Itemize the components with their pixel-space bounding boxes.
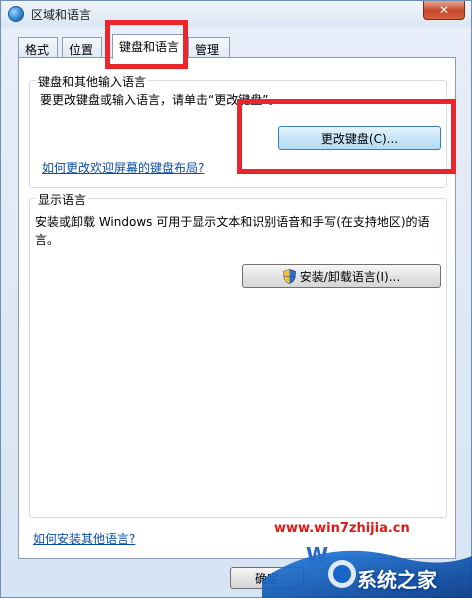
tab-panel: 键盘和其他输入语言 要更改键盘或输入语言，请单击“更改键盘”。 更改键盘(C).… <box>18 57 456 559</box>
welcome-keyboard-layout-link[interactable]: 如何更改欢迎屏幕的键盘布局? <box>42 159 204 176</box>
keyboard-groupbox: 键盘和其他输入语言 要更改键盘或输入语言，请单击“更改键盘”。 更改键盘(C).… <box>29 73 447 188</box>
close-button[interactable]: ✕ <box>423 1 465 20</box>
tab-keyboards-languages[interactable]: 键盘和语言 <box>112 34 188 59</box>
keyboard-description: 要更改键盘或输入语言，请单击“更改键盘”。 <box>40 93 281 107</box>
display-description-line2: 言。 <box>35 233 60 247</box>
uac-shield-icon <box>282 268 296 284</box>
tab-formats[interactable]: 格式 <box>18 37 58 58</box>
display-language-groupbox: 显示语言 安装或卸载 Windows 可用于显示文本和识别语音和手写(在支持地区… <box>29 191 447 518</box>
install-uninstall-languages-button[interactable]: 安装/卸载语言(I)... <box>242 264 441 288</box>
window-title: 区域和语言 <box>31 8 92 22</box>
display-description-line1: 安装或卸载 Windows 可用于显示文本和识别语音和手写(在支持地区)的语 <box>35 215 430 229</box>
tab-location[interactable]: 位置 <box>62 37 102 58</box>
keyboard-group-legend: 键盘和其他输入语言 <box>36 73 149 90</box>
install-other-languages-link[interactable]: 如何安装其他语言? <box>33 530 135 547</box>
region-language-window: 区域和语言 ✕ 格式 位置 键盘和语言 管理 键盘和其他输入语言 要更改键盘或输… <box>0 0 472 598</box>
ok-button[interactable]: 确定 <box>230 567 304 589</box>
display-description: 安装或卸载 Windows 可用于显示文本和识别语音和手写(在支持地区)的语 言… <box>35 213 445 249</box>
globe-icon <box>8 6 24 22</box>
install-button-label: 安装/卸载语言(I)... <box>299 269 401 284</box>
change-keyboards-button[interactable]: 更改键盘(C)... <box>278 126 441 150</box>
display-group-legend: 显示语言 <box>36 191 89 208</box>
tab-administrative[interactable]: 管理 <box>188 37 230 58</box>
title-bar[interactable]: 区域和语言 ✕ <box>1 1 471 27</box>
